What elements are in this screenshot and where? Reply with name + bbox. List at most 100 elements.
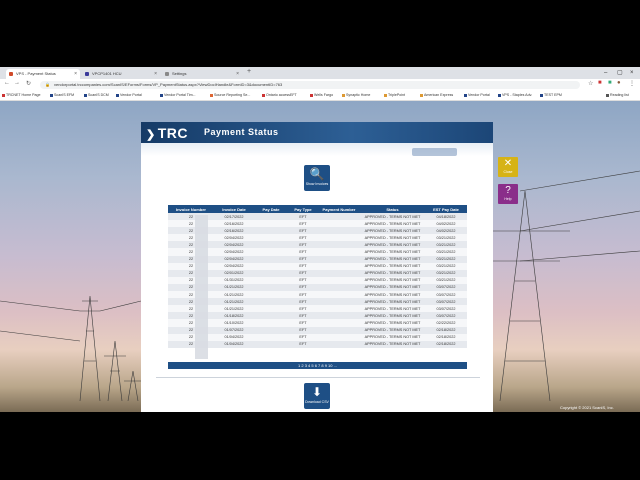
bookmark-item[interactable]: ScanIS DCM [84,91,109,100]
table-cell [254,227,288,235]
page-title: Payment Status [204,127,279,137]
table-row[interactable]: 22 02/04/2022 EFT APPROVED - TERMS NOT MET 0… [168,255,467,263]
table-cell: 01/21/2022 [214,305,254,313]
bookmark-icon [342,93,345,97]
table-cell: APPROVED - TERMS NOT MET [360,305,425,313]
table-row[interactable]: 22 01/10/2022 EFT APPROVED - TERMS NOT MET 0… [168,319,467,327]
reload-icon[interactable]: ↻ [26,80,31,87]
table-row[interactable]: 22 02/04/2022 EFT APPROVED - TERMS NOT MET 0… [168,234,467,242]
bookmark-item[interactable]: American Express [420,91,453,100]
bookmark-item[interactable]: Ontario accessEFT [262,91,297,100]
avatar[interactable]: ● [617,80,621,86]
bookmark-item[interactable]: ScanIS EFM [50,91,74,100]
table-row[interactable]: 22 01/21/2022 EFT APPROVED - TERMS NOT MET 0… [168,305,467,313]
table-row[interactable]: 22 01/31/2022 EFT APPROVED - TERMS NOT MET 0… [168,276,467,284]
tab-favicon [85,72,89,76]
table-row[interactable]: 22 02/04/2022 EFT APPROVED - TERMS NOT MET 0… [168,262,467,270]
bookmark-icon [310,93,313,97]
forward-icon[interactable]: → [14,80,20,86]
show-invoices-button[interactable]: 🔍 Show Invoices [304,165,330,191]
tab-settings[interactable]: Settings × [162,69,242,79]
extension-icon[interactable]: ■ [598,80,602,86]
close-icon[interactable]: × [74,69,77,79]
column-header[interactable]: Pay Date [254,205,288,213]
column-header[interactable]: Pay Type [288,205,318,213]
maximize-icon[interactable]: ▢ [617,67,623,79]
address-bar[interactable]: 🔒 vendorportal.trccompanies.com/ScanIS/E… [40,81,580,89]
table-row[interactable]: 22 01/18/2022 EFT APPROVED - TERMS NOT MET 0… [168,312,467,320]
close-icon[interactable]: × [236,69,239,79]
table-cell: 01/04/2022 [214,340,254,348]
table-row[interactable]: 22 02/16/2022 EFT APPROVED - TERMS NOT MET 0… [168,227,467,235]
table-cell: 01/10/2022 [214,319,254,327]
table-cell: 03/21/2022 [425,241,467,249]
table-cell: APPROVED - TERMS NOT MET [360,255,425,263]
extension-icon[interactable]: ■ [608,80,612,86]
table-cell [318,312,360,320]
table-row[interactable]: 22 01/21/2022 EFT APPROVED - TERMS NOT MET 0… [168,298,467,306]
column-header[interactable]: Payment Number [318,205,360,213]
table-cell: 02/04/2022 [214,248,254,256]
bookmark-item[interactable]: TRCNET Home Page [2,91,41,100]
close-window-icon[interactable]: × [630,67,634,79]
new-tab-button[interactable]: + [247,68,251,75]
redacted-area [412,148,457,156]
bookmark-icon [210,93,213,97]
bookmark-item[interactable]: Vendor Portal [464,91,490,100]
menu-icon[interactable]: ⋮ [629,80,635,87]
close-icon[interactable]: × [154,69,157,79]
table-cell: 03/07/2022 [425,312,467,320]
bookmark-item[interactable]: VPS - Staples Adv. [498,91,532,100]
table-row[interactable]: 22 02/17/2022 EFT APPROVED - TERMS NOT MET 0… [168,213,467,221]
bookmark-item[interactable]: Wells Fargo [310,91,333,100]
table-cell: 03/21/2022 [425,269,467,277]
bookmark-item[interactable]: TriplePoint [384,91,405,100]
table-row[interactable]: 22 02/04/2022 EFT APPROVED - TERMS NOT MET 0… [168,241,467,249]
table-cell: APPROVED - TERMS NOT MET [360,262,425,270]
logo-icon: ❯ [146,129,156,141]
table-cell [318,262,360,270]
column-header[interactable]: Invoice Date [214,205,254,213]
help-button[interactable]: ? Help [498,184,518,204]
pagination[interactable]: 1 2 3 4 5 6 7 8 9 10 ... [168,362,467,369]
download-csv-button[interactable]: ⬇ Download CSV [304,383,330,409]
tab-vpcp[interactable]: VPCP1401 HCU × [82,69,160,79]
minimize-icon[interactable]: – [604,67,607,79]
table-row[interactable]: 22 01/04/2022 EFT APPROVED - TERMS NOT MET 0… [168,333,467,341]
page-links[interactable]: 1 2 3 4 5 6 7 8 9 10 ... [298,363,337,368]
table-row[interactable]: 22 02/16/2022 EFT APPROVED - TERMS NOT MET 0… [168,220,467,228]
redacted-invoice-numbers [195,215,208,359]
bookmark-item[interactable]: Vendor Portal Tim... [160,91,196,100]
bookmark-icon [262,93,265,97]
star-icon[interactable]: ☆ [588,80,593,87]
table-cell: EFT [288,269,318,277]
table-cell [254,241,288,249]
close-button[interactable]: ✕ Close [498,157,518,177]
table-row[interactable]: 22 01/21/2022 EFT APPROVED - TERMS NOT MET 0… [168,291,467,299]
bookmark-item[interactable]: TEST EPM [540,91,562,100]
table-cell [318,305,360,313]
table-cell: 02/04/2022 [214,241,254,249]
column-header[interactable]: Invoice Number [168,205,214,213]
table-row[interactable]: 22 01/21/2022 EFT APPROVED - TERMS NOT MET 0… [168,283,467,292]
table-cell [254,333,288,341]
url-text: vendorportal.trccompanies.com/ScanIS/EFo… [54,82,283,87]
table-row[interactable]: 22 02/01/2022 EFT APPROVED - TERMS NOT MET 0… [168,269,467,277]
table-row[interactable]: 22 02/04/2022 EFT APPROVED - TERMS NOT MET 0… [168,248,467,256]
table-row[interactable]: 22 01/04/2022 EFT APPROVED - TERMS NOT MET 0… [168,340,467,348]
table-cell [254,213,288,221]
table-cell [318,276,360,284]
column-header[interactable]: EST Pay Date [425,205,467,213]
column-header[interactable]: Status [360,205,425,213]
table-cell: EFT [288,333,318,341]
bookmark-item[interactable]: Source Reporting Se... [210,91,250,100]
table-cell [318,298,360,306]
table-cell: EFT [288,298,318,306]
table-cell: 02/18/2022 [425,326,467,334]
bookmark-item[interactable]: Synaptic Home [342,91,370,100]
tab-payment-status[interactable]: VPS - Payment Status × [6,69,80,79]
reading-list[interactable]: Reading list [606,91,629,100]
back-icon[interactable]: ← [4,80,10,86]
bookmark-item[interactable]: Vendor Portal [116,91,142,100]
table-row[interactable]: 22 01/07/2022 EFT APPROVED - TERMS NOT MET 0… [168,326,467,334]
